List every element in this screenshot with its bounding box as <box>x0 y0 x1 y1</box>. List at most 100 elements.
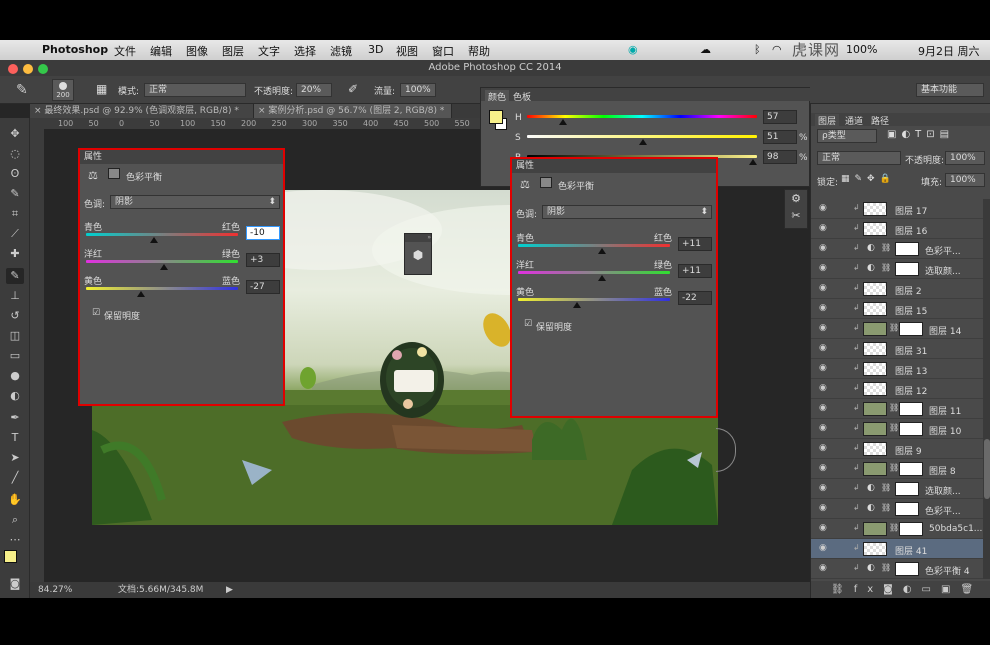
hue-slider-thumb[interactable] <box>559 119 567 125</box>
menu-file[interactable]: 文件 <box>114 43 136 59</box>
balance-value-input[interactable]: -10 <box>246 226 280 240</box>
dodge-tool-icon[interactable]: ◐ <box>6 388 24 404</box>
opacity-input[interactable]: 20% <box>296 83 332 97</box>
hand-tool-icon[interactable]: ✋ <box>6 492 24 508</box>
lasso-tool-icon[interactable]: ʘ <box>6 166 24 182</box>
status-menu-arrow-icon[interactable]: ▶ <box>226 582 233 598</box>
layer-row[interactable]: ◉ ↲ ◐ ⛓ 色彩平... <box>811 239 983 259</box>
menu-help[interactable]: 帮助 <box>468 43 490 59</box>
layer-mask-thumbnail[interactable] <box>895 502 919 516</box>
chain-link-icon[interactable]: ⛓ <box>889 523 899 532</box>
tone-select[interactable]: 阴影 ⬍ <box>110 195 280 209</box>
visibility-eye-icon[interactable]: ◉ <box>819 323 827 333</box>
brush-panel-icon[interactable]: ▦ <box>96 82 107 96</box>
more-tools-icon[interactable]: ⋯ <box>6 532 24 548</box>
tab-layers[interactable]: 图层 <box>815 114 840 127</box>
visibility-eye-icon[interactable]: ◉ <box>819 303 827 313</box>
brush-tool-active-icon[interactable]: ✎ <box>6 268 24 284</box>
tab-swatches[interactable]: 色板 <box>513 90 531 103</box>
layer-row[interactable]: ◉ ↲ 图层 12 <box>811 379 983 399</box>
balance-slider-thumb[interactable] <box>598 275 607 281</box>
workspace-select[interactable]: 基本功能 <box>916 83 984 97</box>
visibility-eye-icon[interactable]: ◉ <box>819 203 827 213</box>
type-tool-icon[interactable]: T <box>6 430 24 446</box>
menu-window[interactable]: 窗口 <box>432 43 454 59</box>
layer-row[interactable]: ◉ ↲ 图层 17 <box>811 199 983 219</box>
layer-row[interactable]: ◉ ↲ 图层 31 <box>811 339 983 359</box>
layer-mask-thumbnail[interactable] <box>895 562 919 576</box>
layer-mask-thumbnail[interactable] <box>899 322 923 336</box>
flow-input[interactable]: 100% <box>400 83 436 97</box>
layer-mask-thumbnail[interactable] <box>899 402 923 416</box>
chain-link-icon[interactable]: ⛓ <box>881 263 891 272</box>
foreground-color-swatch[interactable] <box>4 550 17 563</box>
fill-input[interactable]: 100% <box>945 173 985 187</box>
layer-row[interactable]: ◉ ↲ 图层 2 <box>811 279 983 299</box>
layer-filter-icons[interactable]: ▣◐T⊡▤ <box>887 129 954 140</box>
layer-thumbnail[interactable] <box>863 282 887 296</box>
tab-final-effect[interactable]: × 最终效果.psd @ 92.9% (色调观察层, RGB/8) * <box>30 104 254 118</box>
balance-slider-thumb[interactable] <box>137 291 146 297</box>
crop-tool-icon[interactable]: ⌗ <box>6 206 24 222</box>
bluetooth-icon[interactable]: ᛒ <box>754 43 761 56</box>
balance-slider[interactable] <box>86 233 238 236</box>
layer-thumbnail[interactable] <box>863 302 887 316</box>
quick-select-tool-icon[interactable]: ✎ <box>6 186 24 202</box>
layer-thumbnail[interactable] <box>863 402 887 416</box>
3d-panel-icon[interactable]: ⬢ <box>405 248 431 262</box>
tab-channels[interactable]: 通道 <box>845 114 863 127</box>
layer-row[interactable]: ◉ ↲ 图层 13 <box>811 359 983 379</box>
balance-value-input[interactable]: +11 <box>678 264 712 278</box>
layer-row[interactable]: ◉ ↲ ⛓ 图层 14 <box>811 319 983 339</box>
app-menu[interactable]: Photoshop <box>42 43 108 56</box>
scrollbar-thumb[interactable] <box>984 439 990 499</box>
balance-value-input[interactable]: -22 <box>678 291 712 305</box>
lock-icons[interactable]: ▦✎✥🔒 <box>841 174 896 184</box>
tab-close-icon[interactable]: × <box>258 106 268 116</box>
creative-cloud-icon[interactable]: ☁ <box>700 43 711 56</box>
visibility-eye-icon[interactable]: ◉ <box>819 343 827 353</box>
wifi-icon[interactable]: ◠ <box>772 43 782 56</box>
layer-filter-select[interactable]: ρ类型 <box>817 129 877 143</box>
balance-slider-thumb[interactable] <box>573 302 582 308</box>
shape-tool-icon[interactable]: ╱ <box>6 470 24 486</box>
menu-type[interactable]: 文字 <box>258 43 280 59</box>
balance-slider[interactable] <box>518 271 670 274</box>
balance-slider[interactable] <box>86 287 238 290</box>
layer-row[interactable]: ◉ ↲ ◐ ⛓ 选取颜... <box>811 479 983 499</box>
layer-mask-thumbnail[interactable] <box>895 242 919 256</box>
menu-layer[interactable]: 图层 <box>222 43 244 59</box>
menu-3d[interactable]: 3D <box>368 43 383 56</box>
chain-link-icon[interactable]: ⛓ <box>889 403 899 412</box>
balance-slider[interactable] <box>518 244 670 247</box>
visibility-eye-icon[interactable]: ◉ <box>819 423 827 433</box>
layer-row[interactable]: ◉ ↲ ◐ ⛓ 色彩平... <box>811 499 983 519</box>
chain-link-icon[interactable]: ⛓ <box>881 483 891 492</box>
brightness-input[interactable]: 98 <box>763 150 797 164</box>
menu-image[interactable]: 图像 <box>186 43 208 59</box>
visibility-eye-icon[interactable]: ◉ <box>819 263 827 273</box>
layer-thumbnail[interactable] <box>863 382 887 396</box>
visibility-eye-icon[interactable]: ◉ <box>819 363 827 373</box>
menu-filter[interactable]: 滤镜 <box>330 43 352 59</box>
healing-brush-tool-icon[interactable]: ✚ <box>6 246 24 262</box>
layer-mask-icon[interactable] <box>108 168 120 179</box>
history-brush-tool-icon[interactable]: ↺ <box>6 308 24 324</box>
preserve-luminosity-checkbox[interactable]: ☑ <box>92 308 100 318</box>
foreground-color-chip[interactable] <box>489 110 503 124</box>
chain-link-icon[interactable]: ⛓ <box>889 463 899 472</box>
layer-thumbnail[interactable] <box>863 422 887 436</box>
tone-select[interactable]: 阴影 ⬍ <box>542 205 712 219</box>
tab-color[interactable]: 颜色 <box>485 90 510 103</box>
eraser-tool-icon[interactable]: ◫ <box>6 328 24 344</box>
visibility-eye-icon[interactable]: ◉ <box>819 223 827 233</box>
layer-mask-icon[interactable] <box>540 177 552 188</box>
visibility-eye-icon[interactable]: ◉ <box>819 543 827 553</box>
brush-preset-picker[interactable]: 200 <box>52 79 74 101</box>
layer-row[interactable]: ◉ ↲ ◐ ⛓ 选取颜... <box>811 259 983 279</box>
layer-mask-thumbnail[interactable] <box>899 462 923 476</box>
saturation-slider-thumb[interactable] <box>639 139 647 145</box>
zoom-window-button[interactable] <box>38 64 48 74</box>
balance-value-input[interactable]: +3 <box>246 253 280 267</box>
visibility-eye-icon[interactable]: ◉ <box>819 243 827 253</box>
